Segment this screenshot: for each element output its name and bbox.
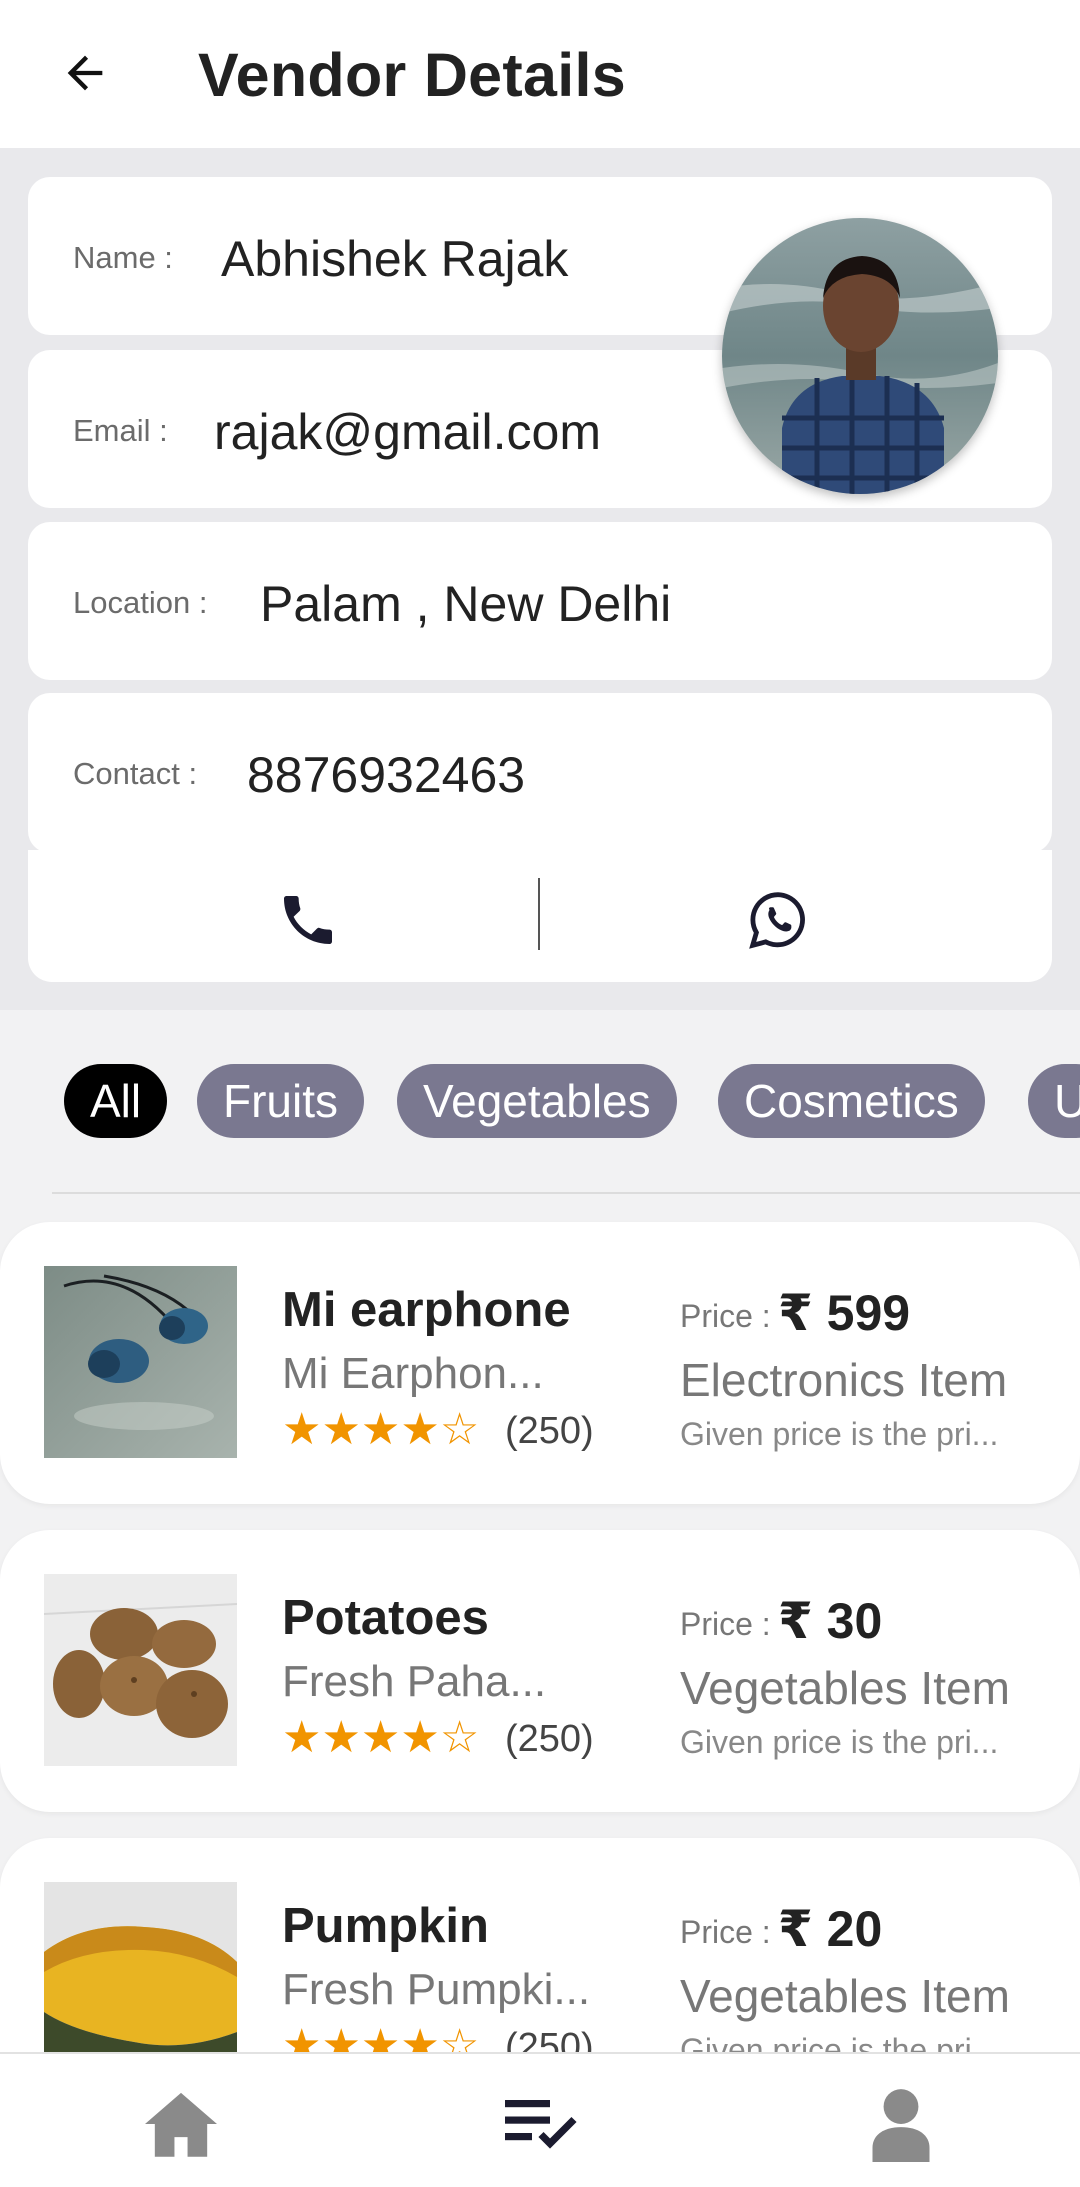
- category-chip-partial[interactable]: U: [1028, 1064, 1080, 1138]
- star-filled-icon: ★: [360, 1405, 401, 1454]
- star-empty-icon: ☆: [439, 1713, 480, 1762]
- product-name: Mi earphone: [282, 1283, 571, 1337]
- category-chip-vegetables[interactable]: Vegetables: [397, 1064, 677, 1138]
- vendor-location: Palam , New Delhi: [260, 576, 672, 632]
- call-button[interactable]: [268, 880, 348, 960]
- vendor-location-card: Location : Palam , New Delhi: [28, 522, 1052, 680]
- person-icon: [872, 2089, 930, 2162]
- product-card[interactable]: Pumpkin Fresh Pumpki... ★ ★ ★ ★ ☆ (250) …: [0, 1838, 1080, 2052]
- location-label: Location :: [73, 585, 208, 620]
- category-filter-bar: All Fruits Vegetables Cosmetics U: [0, 1010, 1080, 1194]
- product-category: Vegetables Item: [680, 1662, 1010, 1714]
- star-empty-icon: ☆: [439, 1405, 480, 1454]
- star-filled-icon: ★: [282, 2021, 322, 2053]
- app-header: Vendor Details: [0, 0, 1080, 148]
- star-filled-icon: ★: [321, 1405, 361, 1454]
- star-filled-icon: ★: [360, 2021, 401, 2053]
- vendor-name: Abhishek Rajak: [221, 231, 569, 287]
- product-category: Vegetables Item: [680, 1970, 1010, 2022]
- product-list: Mi earphone Mi Earphon... ★ ★ ★ ★ ☆ (250…: [0, 1194, 1080, 2052]
- home-icon: [145, 2092, 217, 2157]
- whatsapp-icon: [749, 892, 805, 949]
- product-image: [44, 1882, 237, 2052]
- product-price: ₹ 599: [778, 1285, 911, 1341]
- product-card[interactable]: Mi earphone Mi Earphon... ★ ★ ★ ★ ☆ (250…: [0, 1222, 1080, 1504]
- contact-actions-bar: [28, 850, 1052, 982]
- product-card[interactable]: Potatoes Fresh Paha... ★ ★ ★ ★ ☆ (250) P…: [0, 1530, 1080, 1812]
- nav-orders-button[interactable]: [496, 2084, 586, 2164]
- price-label: Price :: [680, 1914, 771, 1950]
- vendor-contact-card: Contact : 8876932463: [28, 693, 1052, 853]
- vendor-avatar: [722, 218, 998, 494]
- product-description: Fresh Paha...: [282, 1657, 547, 1706]
- vendor-contact: 8876932463: [247, 747, 526, 803]
- phone-icon: [284, 896, 332, 944]
- product-description: Mi Earphon...: [282, 1349, 544, 1398]
- star-empty-icon: ☆: [439, 2021, 480, 2053]
- back-button[interactable]: [52, 40, 118, 106]
- category-chip-all[interactable]: All: [64, 1064, 168, 1138]
- product-image: [44, 1266, 237, 1458]
- vendor-email: rajak@gmail.com: [214, 404, 601, 460]
- star-filled-icon: ★: [321, 1713, 361, 1762]
- review-count: (250): [505, 2026, 594, 2052]
- star-filled-icon: ★: [321, 2021, 361, 2053]
- product-description: Fresh Pumpki...: [282, 1965, 591, 2014]
- page-title: Vendor Details: [198, 41, 626, 109]
- price-label: Price :: [680, 1298, 771, 1334]
- review-count: (250): [505, 1718, 594, 1760]
- product-image: [44, 1574, 237, 1766]
- category-chip-fruits[interactable]: Fruits: [197, 1064, 364, 1138]
- product-rating: ★ ★ ★ ★ ☆: [282, 2021, 480, 2053]
- contact-label: Contact :: [73, 756, 198, 791]
- arrow-back-icon: [67, 55, 103, 91]
- email-label: Email :: [73, 413, 168, 448]
- price-label: Price :: [680, 1606, 771, 1642]
- product-rating: ★ ★ ★ ★ ☆: [282, 1716, 479, 1760]
- star-filled-icon: ★: [400, 1405, 440, 1454]
- product-rating: ★ ★ ★ ★ ☆: [282, 1408, 479, 1452]
- product-name: Potatoes: [282, 1591, 489, 1645]
- star-filled-icon: ★: [282, 1405, 322, 1454]
- actions-divider: [538, 878, 540, 950]
- star-filled-icon: ★: [360, 1713, 401, 1762]
- category-chip-cosmetics[interactable]: Cosmetics: [718, 1064, 985, 1138]
- bottom-navigation: [0, 2052, 1080, 2187]
- review-count: (250): [505, 1410, 594, 1452]
- list-check-icon: [505, 2100, 577, 2149]
- whatsapp-button[interactable]: [738, 880, 818, 960]
- nav-profile-button[interactable]: [856, 2084, 946, 2164]
- price-note: Given price is the pri...: [680, 2032, 999, 2052]
- nav-home-button[interactable]: [136, 2084, 226, 2164]
- price-note: Given price is the pri...: [680, 1724, 999, 1760]
- star-filled-icon: ★: [400, 2021, 440, 2053]
- product-price: ₹ 30: [778, 1593, 883, 1649]
- star-filled-icon: ★: [400, 1713, 440, 1762]
- vendor-avatar-photo: [722, 218, 998, 494]
- star-filled-icon: ★: [282, 1713, 322, 1762]
- name-label: Name :: [73, 240, 173, 275]
- product-price: ₹ 20: [778, 1901, 883, 1957]
- product-category: Electronics Item: [680, 1354, 1008, 1406]
- price-note: Given price is the pri...: [680, 1416, 999, 1452]
- product-name: Pumpkin: [282, 1899, 489, 1953]
